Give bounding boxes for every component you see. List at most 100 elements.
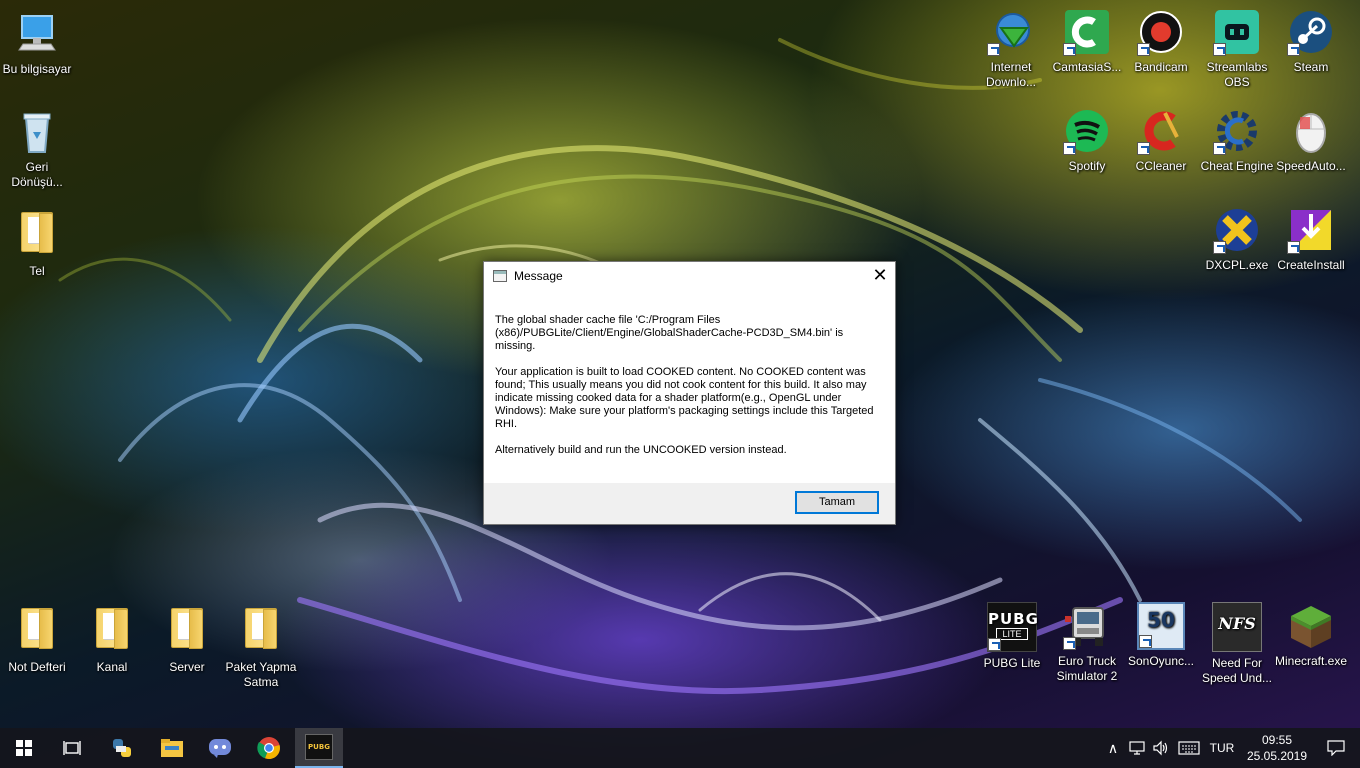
desktop-icon-label: SonOyunc... bbox=[1127, 654, 1195, 668]
taskbar-app-discord[interactable] bbox=[196, 728, 244, 768]
desktop-icon-bandicam[interactable]: Bandicam bbox=[1124, 8, 1198, 75]
folder-icon bbox=[13, 608, 61, 656]
notification-icon bbox=[1327, 740, 1345, 756]
spotify-icon bbox=[1063, 107, 1111, 155]
taskbar-app-pubg[interactable]: PUBG bbox=[295, 728, 343, 768]
taskbar-app-chrome[interactable] bbox=[245, 728, 293, 768]
desktop-icon-server[interactable]: Server bbox=[150, 603, 224, 675]
createinstall-icon bbox=[1287, 206, 1335, 254]
steam-icon bbox=[1287, 8, 1335, 56]
desktop-icon-label: Spotify bbox=[1068, 159, 1106, 173]
desktop-icon-label: DXCPL.exe bbox=[1205, 258, 1269, 272]
desktop-icon-sonoyuncu[interactable]: 50 SonOyunc... bbox=[1124, 602, 1198, 669]
shortcut-arrow-icon bbox=[1287, 241, 1300, 254]
desktop-icon-speedautoclicker[interactable]: SpeedAuto... bbox=[1274, 107, 1348, 174]
task-view-icon bbox=[63, 741, 81, 755]
truck-icon bbox=[1063, 602, 1111, 650]
python-icon bbox=[113, 739, 131, 757]
shortcut-arrow-icon bbox=[1139, 635, 1152, 648]
pubg-logo-text: PUBG bbox=[988, 610, 1039, 628]
shortcut-arrow-icon bbox=[1213, 142, 1226, 155]
desktop-icon-label: Bandicam bbox=[1134, 60, 1188, 74]
desktop-icon-label: Need For Speed Und... bbox=[1201, 656, 1273, 685]
streamlabs-icon bbox=[1213, 8, 1261, 56]
desktop-icon-label: CCleaner bbox=[1135, 159, 1187, 173]
action-center-button[interactable] bbox=[1312, 728, 1360, 768]
desktop-icon-cheat-engine[interactable]: Cheat Engine bbox=[1200, 107, 1274, 174]
sonoyuncu-logo-text: 50 bbox=[1147, 608, 1175, 632]
desktop-icon-camtasia[interactable]: CamtasiaS... bbox=[1050, 8, 1124, 75]
clock-date: 25.05.2019 bbox=[1246, 749, 1308, 763]
desktop-icon-kanal[interactable]: Kanal bbox=[75, 603, 149, 675]
folder-icon bbox=[13, 212, 61, 260]
message-paragraph: The global shader cache file 'C:/Program… bbox=[495, 314, 844, 352]
folder-icon bbox=[163, 608, 211, 656]
dialog-titlebar[interactable]: Message ✕ bbox=[484, 262, 895, 291]
nfs-icon: NFS bbox=[1212, 602, 1262, 652]
desktop-icon-need-for-speed[interactable]: NFS Need For Speed Und... bbox=[1200, 602, 1274, 686]
desktop-icon-label: Streamlabs OBS bbox=[1206, 60, 1268, 89]
desktop-icon-spotify[interactable]: Spotify bbox=[1050, 107, 1124, 174]
desktop-icon-label: CreateInstall bbox=[1277, 258, 1345, 272]
shortcut-arrow-icon bbox=[1213, 241, 1226, 254]
desktop-icon-euro-truck-simulator-2[interactable]: Euro Truck Simulator 2 bbox=[1050, 602, 1124, 684]
pubg-icon: PUBG LITE bbox=[987, 602, 1039, 652]
desktop-icon-tel[interactable]: Tel bbox=[0, 207, 74, 279]
desktop-icon-recycle-bin[interactable]: Geri Dönüşü... bbox=[0, 108, 74, 190]
desktop-icon-label: Kanal bbox=[96, 660, 128, 674]
taskbar-app-python[interactable] bbox=[98, 728, 146, 768]
bandicam-icon bbox=[1137, 8, 1185, 56]
camtasia-icon bbox=[1063, 8, 1111, 56]
folder-icon bbox=[88, 608, 136, 656]
mouse-icon bbox=[1287, 107, 1335, 155]
desktop-icon-label: SpeedAuto... bbox=[1276, 159, 1346, 173]
input-language-indicator[interactable]: TUR bbox=[1205, 728, 1239, 768]
windows-logo-icon bbox=[16, 740, 32, 756]
window-icon bbox=[493, 270, 507, 282]
shortcut-arrow-icon bbox=[1063, 43, 1076, 56]
taskbar: PUBG ∧ TUR 09:55 25.05.2019 bbox=[0, 728, 1360, 768]
taskbar-app-explorer[interactable] bbox=[148, 728, 196, 768]
desktop-icon-dxcpl[interactable]: DXCPL.exe bbox=[1200, 206, 1274, 273]
recycle-bin-icon bbox=[13, 108, 61, 156]
message-dialog: Message ✕ The global shader cache file '… bbox=[483, 261, 896, 525]
message-paragraph: Your application is built to load COOKED… bbox=[495, 366, 874, 430]
desktop-icon-label: Bu bilgisayar bbox=[2, 62, 72, 76]
sonoyuncu-icon: 50 bbox=[1137, 602, 1185, 650]
desktop-icon-this-pc[interactable]: Bu bilgisayar bbox=[0, 10, 74, 77]
desktop-icon-label: Steam bbox=[1293, 60, 1329, 74]
volume-icon[interactable] bbox=[1150, 728, 1172, 768]
shortcut-arrow-icon bbox=[1063, 142, 1076, 155]
desktop-icon-minecraft[interactable]: Minecraft.exe bbox=[1274, 602, 1348, 669]
desktop-icon-streamlabs-obs[interactable]: Streamlabs OBS bbox=[1200, 8, 1274, 90]
desktop-icon-paket-yapma-satma[interactable]: Paket Yapma Satma bbox=[224, 603, 298, 690]
desktop-icon-label: Internet Downlo... bbox=[985, 60, 1037, 89]
keyboard-icon[interactable] bbox=[1175, 728, 1203, 768]
desktop-icon-pubg-lite[interactable]: PUBG LITE PUBG Lite bbox=[975, 602, 1049, 671]
task-view-button[interactable] bbox=[48, 728, 96, 768]
shortcut-arrow-icon bbox=[988, 638, 1001, 651]
pubg-logo-text: PUBG bbox=[308, 743, 330, 751]
minecraft-icon bbox=[1287, 602, 1335, 650]
close-icon[interactable]: ✕ bbox=[865, 262, 895, 291]
desktop-icon-steam[interactable]: Steam bbox=[1274, 8, 1348, 75]
desktop-icon-internet-download-manager[interactable]: Internet Downlo... bbox=[974, 8, 1048, 90]
desktop-icon-label: Geri Dönüşü... bbox=[11, 160, 63, 189]
desktop-icon-createinstall[interactable]: CreateInstall bbox=[1274, 206, 1348, 273]
desktop-icon-label: Euro Truck Simulator 2 bbox=[1056, 654, 1118, 683]
start-button[interactable] bbox=[0, 728, 48, 768]
nfs-logo-text: NFS bbox=[1218, 614, 1256, 633]
ok-button[interactable]: Tamam bbox=[795, 491, 879, 514]
shortcut-arrow-icon bbox=[1063, 637, 1076, 650]
pubg-icon: PUBG bbox=[305, 734, 333, 760]
show-hidden-icons-button[interactable]: ∧ bbox=[1102, 728, 1124, 768]
desktop-icon-label: Cheat Engine bbox=[1200, 159, 1274, 173]
desktop-icon-ccleaner[interactable]: CCleaner bbox=[1124, 107, 1198, 174]
network-icon[interactable] bbox=[1126, 728, 1148, 768]
dialog-message: The global shader cache file 'C:/Program… bbox=[484, 291, 895, 481]
desktop-icon-not-defteri[interactable]: Not Defteri bbox=[0, 603, 74, 675]
clock[interactable]: 09:55 25.05.2019 bbox=[1242, 732, 1312, 764]
file-explorer-icon bbox=[161, 739, 183, 757]
computer-icon bbox=[13, 10, 61, 58]
chrome-icon bbox=[257, 737, 280, 760]
